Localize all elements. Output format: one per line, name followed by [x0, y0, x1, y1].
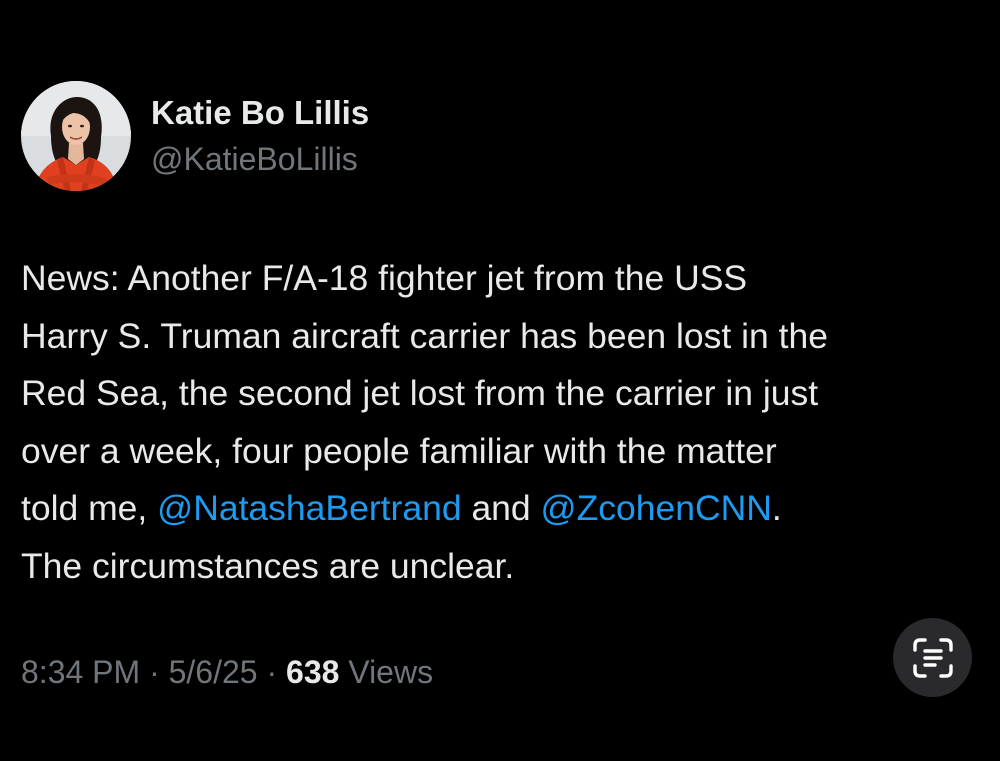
meta-separator: ·	[266, 654, 278, 690]
author-handle[interactable]: @KatieBoLillis	[151, 139, 358, 179]
live-text-scan-icon	[912, 637, 953, 678]
author-display-name[interactable]: Katie Bo Lillis	[151, 93, 369, 133]
tweet-line: Harry S. Truman aircraft carrier has bee…	[21, 308, 986, 366]
tweet-date[interactable]: 5/6/25	[169, 654, 258, 690]
avatar[interactable]	[21, 81, 131, 191]
tweet-text-segment: News: Another F/A-18 fighter jet from th…	[21, 258, 748, 298]
tweet-text-segment: told me,	[21, 488, 158, 528]
tweet-text-segment: .	[771, 488, 782, 528]
tweet-time[interactable]: 8:34 PM	[21, 654, 140, 690]
views-label: Views	[348, 654, 434, 690]
tweet-text: News: Another F/A-18 fighter jet from th…	[21, 250, 986, 595]
views-count: 638	[286, 654, 340, 690]
tweet-line: told me, @NatashaBertrand and @ZcohenCNN…	[21, 480, 986, 538]
tweet-line: Red Sea, the second jet lost from the ca…	[21, 365, 986, 423]
tweet-text-segment: The circumstances are unclear.	[21, 545, 515, 586]
profile-photo-icon	[21, 81, 131, 191]
live-text-scan-button[interactable]	[893, 618, 972, 697]
mention-link[interactable]: @ZcohenCNN	[541, 488, 772, 528]
tweet-line: The circumstances are unclear.	[21, 538, 986, 596]
tweet-text-segment: and	[461, 488, 541, 528]
tweet-text-segment: Harry S. Truman aircraft carrier has bee…	[21, 315, 828, 356]
tweet-meta: 8:34 PM · 5/6/25 · 638 Views	[21, 650, 433, 694]
meta-separator: ·	[149, 654, 160, 690]
tweet-line: News: Another F/A-18 fighter jet from th…	[21, 250, 986, 308]
tweet-text-segment: Red Sea, the second jet lost from the ca…	[21, 373, 819, 413]
mention-link[interactable]: @NatashaBertrand	[157, 488, 461, 528]
tweet-line: over a week, four people familiar with t…	[21, 423, 986, 481]
tweet-text-segment: over a week, four people familiar with t…	[21, 430, 777, 471]
